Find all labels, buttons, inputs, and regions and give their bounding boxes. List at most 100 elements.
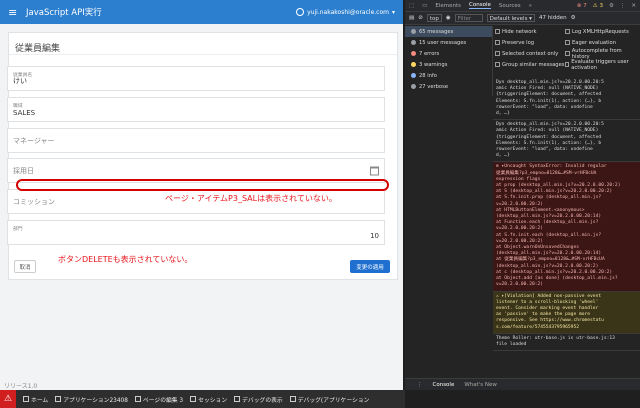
error-count-badge[interactable]: ⊗ 7 bbox=[577, 3, 587, 9]
toolbar-label: デバッグの表示 bbox=[242, 397, 283, 404]
manager-field[interactable]: マネージャー bbox=[7, 128, 385, 153]
level-icon bbox=[411, 73, 416, 78]
setting-checkbox[interactable]: Log XMLHttpRequests bbox=[565, 29, 635, 35]
cancel-button[interactable]: 取消 bbox=[14, 260, 36, 273]
tab-drawer-console[interactable]: Console bbox=[433, 382, 455, 388]
console-message[interactable]: Dyn desktop_all.min.js?v=20.2.0.00.20:5 a… bbox=[493, 78, 640, 121]
chevron-down-icon: ▾ bbox=[391, 8, 395, 16]
toolbar-label: セッション bbox=[198, 397, 228, 404]
settings-row: Hide network Log XMLHttpRequests bbox=[495, 26, 640, 37]
message-line: at Object.add [as done] (desktop_all.min… bbox=[496, 276, 618, 288]
sidebar-label: 3 warnings bbox=[419, 61, 448, 68]
sidebar-toggle-icon[interactable]: ▤ bbox=[409, 15, 414, 21]
device-icon[interactable]: ▭ bbox=[422, 3, 427, 9]
setting-checkbox[interactable]: Selected context only bbox=[495, 51, 565, 57]
inspect-icon[interactable]: ⬚ bbox=[409, 3, 414, 9]
clear-icon[interactable]: ⊘ bbox=[418, 15, 423, 21]
hidden-count: 47 hidden bbox=[538, 15, 567, 21]
message-line: at S.fn.init.prop (desktop_all.min.js?v=… bbox=[496, 195, 602, 207]
sidebar-label: 7 errors bbox=[419, 50, 440, 57]
console-message[interactable]: Theme Roller: utr-base.js is utr-base.js… bbox=[493, 334, 640, 352]
user-menu[interactable]: yuji.nakakoshi@oracle.com ▾ bbox=[296, 8, 395, 16]
session-icon bbox=[190, 396, 197, 402]
setting-checkbox[interactable]: Evaluate triggers user activation bbox=[565, 59, 635, 71]
tab-elements[interactable]: Elements bbox=[435, 3, 461, 9]
setting-checkbox[interactable]: Hide network bbox=[495, 29, 565, 35]
message-line: at Object.warnOnUnsavedChanges (desktop_… bbox=[496, 245, 602, 257]
toolbar-debug-app[interactable]: デバッグ(アプリケーション bbox=[289, 395, 369, 404]
sidebar-label: 15 user messages bbox=[419, 39, 467, 46]
edit-icon bbox=[134, 396, 141, 402]
user-email: yuji.nakakoshi@oracle.com bbox=[307, 8, 389, 16]
checkbox-icon bbox=[565, 51, 570, 56]
message-line: file loaded bbox=[496, 341, 527, 347]
message-line: d, …} bbox=[496, 153, 510, 159]
kebab-icon[interactable]: ⋮ bbox=[620, 3, 626, 9]
bug-icon bbox=[289, 396, 296, 402]
sidebar-item[interactable]: 27 verbose bbox=[405, 81, 492, 92]
message-line: at Function.each (desktop_all.min.js?v=2… bbox=[496, 220, 599, 232]
setting-checkbox[interactable]: Eager evaluation bbox=[565, 40, 635, 46]
home-icon bbox=[23, 396, 29, 402]
annotation-delete-note: ボタンDELETEも表示されていない。 bbox=[58, 255, 193, 264]
hamburger-icon[interactable]: ≡ bbox=[8, 6, 22, 19]
message-line: at 従業員編集?p3_empno=8128&…#SM-vrHFBcUA (de… bbox=[496, 257, 605, 269]
message-line: at HTMLButtonElement.<anonymous> (deskto… bbox=[496, 207, 602, 220]
console-message[interactable]: ⊗ ▸Uncaught SyntaxError: Invalid regular… bbox=[493, 162, 640, 292]
setting-checkbox[interactable]: Preserve log bbox=[495, 40, 565, 46]
level-icon bbox=[411, 84, 416, 89]
close-icon[interactable]: ✕ bbox=[631, 3, 636, 9]
drawer-tabs: ⋮ Console What's New bbox=[405, 378, 640, 390]
toolbar-view-debug[interactable]: デバッグの表示 bbox=[234, 395, 283, 404]
message-line: s.com/feature/5745543795965952 bbox=[496, 324, 579, 330]
eye-icon[interactable]: ◉ bbox=[446, 15, 451, 21]
gear-icon[interactable]: ⚙ bbox=[571, 15, 576, 21]
setting-label: Group similar messages bbox=[502, 61, 565, 68]
annotation-sal-note: ページ・アイテムP3_SALは表示されていない。 bbox=[165, 194, 337, 203]
employee-name-field[interactable]: 従業員名 けい bbox=[7, 66, 385, 91]
setting-label: Evaluate triggers user activation bbox=[571, 58, 629, 71]
sidebar-item[interactable]: 7 errors bbox=[405, 48, 492, 59]
toolbar-session[interactable]: セッション bbox=[190, 395, 227, 404]
sidebar-item[interactable]: 15 user messages bbox=[405, 37, 492, 48]
toolbar-label: アプリケーション23408 bbox=[63, 397, 128, 404]
field-label: 部門 bbox=[13, 227, 23, 232]
filter-input[interactable]: Filter bbox=[454, 14, 483, 22]
toolbar-edit-page[interactable]: ページの編集 3 bbox=[134, 395, 183, 404]
level-icon bbox=[411, 29, 416, 34]
field-value: けい bbox=[13, 77, 27, 85]
level-icon bbox=[411, 62, 416, 67]
release-label: リリース1.0 bbox=[4, 383, 38, 390]
sidebar-item[interactable]: 3 warnings bbox=[405, 59, 492, 70]
tab-console[interactable]: Console bbox=[469, 2, 491, 9]
console-message[interactable]: Dyn desktop_all.min.js?v=20.2.0.00.20:5 a… bbox=[493, 120, 640, 163]
tab-sources[interactable]: Sources bbox=[499, 3, 521, 9]
warning-count-badge[interactable]: ⚠ 3 bbox=[593, 3, 603, 9]
developer-toolbar: ⚠ ホーム アプリケーション23408 ページの編集 3 セッション デバッグの… bbox=[0, 390, 405, 408]
job-field[interactable]: 職域 SALES bbox=[7, 97, 385, 122]
context-select[interactable]: top bbox=[426, 14, 442, 22]
sidebar-item[interactable]: 28 info bbox=[405, 70, 492, 81]
sidebar-item[interactable]: 65 messages bbox=[405, 26, 492, 37]
kebab-icon[interactable]: ⋮ bbox=[417, 382, 423, 388]
checkbox-icon bbox=[565, 29, 570, 34]
calendar-icon[interactable] bbox=[370, 166, 379, 175]
console-log[interactable]: Dyn desktop_all.min.js?v=20.2.0.00.20:5 a… bbox=[493, 78, 640, 368]
console-message[interactable]: ⚠ ▸[Violation] Added non-passive event l… bbox=[493, 291, 640, 334]
setting-checkbox[interactable]: Group similar messages bbox=[495, 62, 565, 68]
gear-icon[interactable]: ⚙ bbox=[609, 3, 614, 9]
more-tabs[interactable]: » bbox=[529, 3, 532, 9]
setting-label: Selected context only bbox=[502, 50, 559, 57]
tab-whats-new[interactable]: What's New bbox=[464, 382, 497, 388]
warning-icon[interactable]: ⚠ bbox=[0, 390, 16, 408]
department-field[interactable]: 部門 10 bbox=[7, 220, 385, 245]
checkbox-icon bbox=[565, 40, 570, 45]
devtools-panel: ⬚ ▭ Elements Console Sources » ⊗ 7 ⚠ 3 ⚙… bbox=[405, 0, 640, 390]
app-title: JavaScript API実行 bbox=[26, 8, 102, 18]
toolbar-home[interactable]: ホーム bbox=[23, 395, 48, 404]
apply-changes-button[interactable]: 変更の適用 bbox=[350, 260, 390, 273]
console-sidebar: 65 messages 15 user messages 7 errors 3 war… bbox=[405, 26, 493, 96]
toolbar-application[interactable]: アプリケーション23408 bbox=[55, 395, 128, 404]
levels-select[interactable]: Default levels ▾ bbox=[486, 14, 535, 22]
region-title: 従業員編集 bbox=[9, 33, 397, 55]
